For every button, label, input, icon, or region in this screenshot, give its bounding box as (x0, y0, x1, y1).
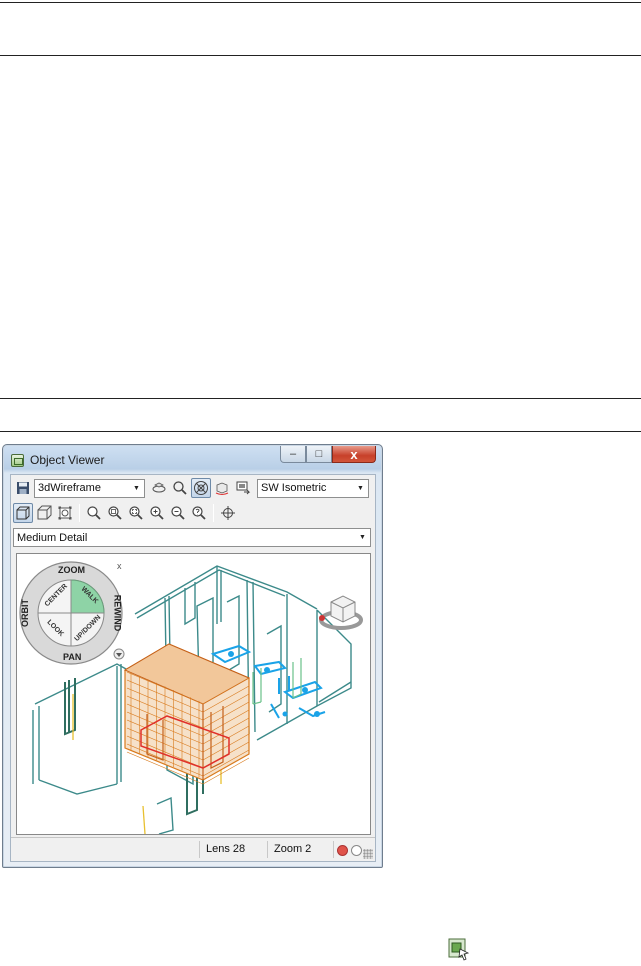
chevron-down-icon: ▼ (133, 484, 140, 492)
red-status-dot-icon[interactable] (337, 845, 348, 856)
window-client: 3dWireframe ▼ SW Isometric ▼ Medium Deta… (10, 474, 376, 862)
minimize-icon: – (289, 448, 297, 460)
top-rule (0, 2, 641, 3)
status-bar: Lens 28 Zoom 2 (11, 837, 375, 861)
view-direction-value: SW Isometric (261, 482, 327, 494)
detail-level-row: Medium Detail ▼ (13, 528, 371, 547)
parallel-cube-icon (16, 506, 30, 520)
close-icon: x (350, 446, 358, 462)
gray-status-dot-icon[interactable] (351, 845, 362, 856)
wheel-pan-label[interactable]: PAN (63, 652, 81, 662)
zoom-previous-icon (192, 506, 206, 520)
title-bar[interactable]: Object Viewer – □ x (3, 445, 382, 473)
zoom-window-icon (108, 506, 122, 520)
zoom-out-button[interactable] (168, 503, 188, 523)
wheel-rewind-label[interactable]: REWIND (112, 595, 122, 632)
toolbar-separator (79, 504, 80, 522)
perspective-projection-button[interactable] (34, 503, 54, 523)
zoom-window-button[interactable] (105, 503, 125, 523)
window-title: Object Viewer (30, 453, 105, 467)
wheel-close-icon[interactable]: x (117, 561, 122, 571)
zoom-extents-icon (129, 506, 143, 520)
zoom-in-button[interactable] (147, 503, 167, 523)
zoom-in-icon (150, 506, 164, 520)
resize-grip-icon[interactable] (363, 849, 373, 859)
steering-wheel-icon (194, 481, 208, 495)
detail-level-select[interactable]: Medium Detail ▼ (13, 528, 371, 547)
zoom-readout: Zoom 2 (267, 841, 333, 858)
chevron-down-icon: ▼ (359, 534, 366, 541)
orbit-icon (152, 482, 166, 493)
wheel-orbit-label[interactable]: ORBIT (20, 599, 30, 627)
maximize-icon: □ (315, 448, 323, 460)
lens-readout: Lens 28 (199, 841, 267, 858)
camera-icon (236, 481, 251, 495)
toolbar-bottom (13, 502, 239, 524)
maximize-button[interactable]: □ (306, 446, 332, 463)
object-viewer-icon (448, 938, 470, 961)
minimize-button[interactable]: – (280, 446, 306, 463)
zoom-button[interactable] (170, 478, 190, 498)
toolbar-separator (213, 504, 214, 522)
visual-style-select[interactable]: 3dWireframe ▼ (34, 478, 145, 498)
crosshair-icon (221, 506, 235, 520)
view-cube-button[interactable] (212, 478, 232, 498)
zoom-value: Zoom 2 (274, 843, 312, 855)
camera-settings-button[interactable] (233, 478, 253, 498)
view-cube-widget[interactable] (319, 595, 363, 630)
object-viewer-app-icon (11, 454, 24, 467)
detail-level-value: Medium Detail (17, 531, 88, 544)
magnifier-icon (173, 481, 187, 495)
orbit-button[interactable] (149, 478, 169, 498)
perspective-cube-icon (37, 505, 52, 520)
zoom-previous-button[interactable] (189, 503, 209, 523)
named-views-button[interactable] (55, 503, 75, 523)
wheel-zoom-label[interactable]: ZOOM (58, 565, 85, 575)
rule-3 (0, 398, 641, 399)
model-viewport[interactable]: ZOOM x ORBIT REWIND PAN CENTER WALK LOOK… (16, 553, 371, 835)
save-button[interactable] (13, 478, 33, 498)
zoom-extents-button[interactable] (126, 503, 146, 523)
lens-value: Lens 28 (206, 843, 246, 855)
view-cube-icon (215, 482, 229, 495)
object-viewer-window: Object Viewer – □ x 3dWireframe ▼ SW Iso… (2, 444, 383, 868)
named-views-icon (58, 506, 72, 520)
zoom-realtime-button[interactable] (84, 503, 104, 523)
save-icon (17, 482, 29, 494)
set-view-center-button[interactable] (218, 503, 238, 523)
visual-style-value: 3dWireframe (38, 482, 101, 494)
rule-4 (0, 431, 641, 432)
rule-2 (0, 55, 641, 56)
zoom-realtime-icon (87, 506, 101, 520)
zoom-out-icon (171, 506, 185, 520)
chevron-down-icon: ▼ (357, 484, 364, 492)
steering-wheel[interactable]: ZOOM x ORBIT REWIND PAN CENTER WALK LOOK… (19, 558, 129, 668)
object-viewer-ribbon-icon (448, 937, 470, 961)
close-button[interactable]: x (332, 446, 376, 463)
toolbar-top: 3dWireframe ▼ SW Isometric ▼ (13, 477, 373, 499)
view-direction-select[interactable]: SW Isometric ▼ (257, 478, 369, 498)
caption-buttons: – □ x (280, 446, 376, 463)
parallel-projection-button[interactable] (13, 503, 33, 523)
steering-wheel-button[interactable] (191, 478, 211, 498)
